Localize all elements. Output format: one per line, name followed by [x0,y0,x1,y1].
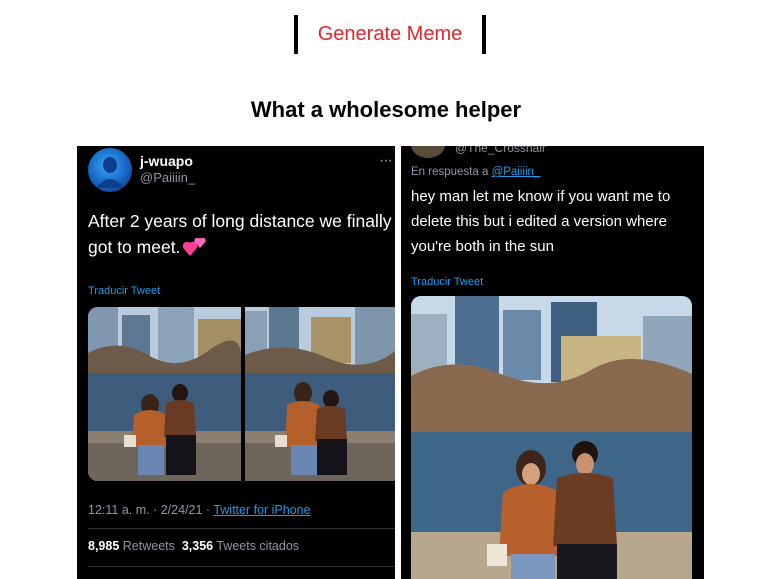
translate-tweet-link: Traducir Tweet [88,285,161,297]
retweets-label: Retweets [122,539,175,553]
avatar [88,148,132,192]
original-tweet: j-wuapo @Paiiiin_ ··· After 2 years of l… [77,146,395,579]
couple-photo-1 [88,307,241,481]
tweet-stats: 8,985 Retweets 3,356 Tweets citados [88,539,299,553]
tweet-text-line-1: After 2 years of long distance we finall… [88,211,392,231]
edited-sunny-photo [411,296,692,579]
tweet-text-line-2: got to meet. [88,237,181,257]
meme-image: j-wuapo @Paiiiin_ ··· After 2 years of l… [77,146,704,579]
tweet-timestamp: 12:11 a. m. · 2/24/21 · Twitter for iPho… [88,503,311,517]
more-options-icon: ··· [379,152,393,169]
reply-context: En respuesta a @Paiiiin_ [411,166,540,178]
meme-title: What a wholesome helper [250,97,522,122]
divider [88,528,395,529]
translate-tweet-link: Traducir Tweet [411,276,484,288]
tweet-text: After 2 years of long distance we finall… [88,208,395,260]
reply-text: hey man let me know if you want me to de… [411,188,671,255]
reply-prefix: En respuesta a [411,166,492,178]
quotes-count: 3,356 [181,539,214,553]
tweet-author-name: j-wuapo [140,153,193,169]
generate-meme-button[interactable]: Generate Meme [318,23,463,46]
generate-button-frame: Generate Meme [294,15,486,54]
two-hearts-emoji-icon [183,238,206,256]
tweet-author-handle: @Paiiiin_ [140,170,196,185]
retweets-count: 8,985 [88,539,120,553]
tweet-source-link: Twitter for iPhone [213,503,311,517]
avatar [411,146,445,158]
reply-author-handle: @The_Crosshair [455,146,546,155]
tweet-time-date: 12:11 a. m. · 2/24/21 · [88,503,214,517]
reply-tweet: @The_Crosshair En respuesta a @Paiiiin_ … [401,146,704,579]
reply-mention-link: @Paiiiin_ [491,166,541,178]
quotes-label: Tweets citados [216,539,300,553]
divider [88,566,395,567]
couple-photo-2 [245,307,395,481]
